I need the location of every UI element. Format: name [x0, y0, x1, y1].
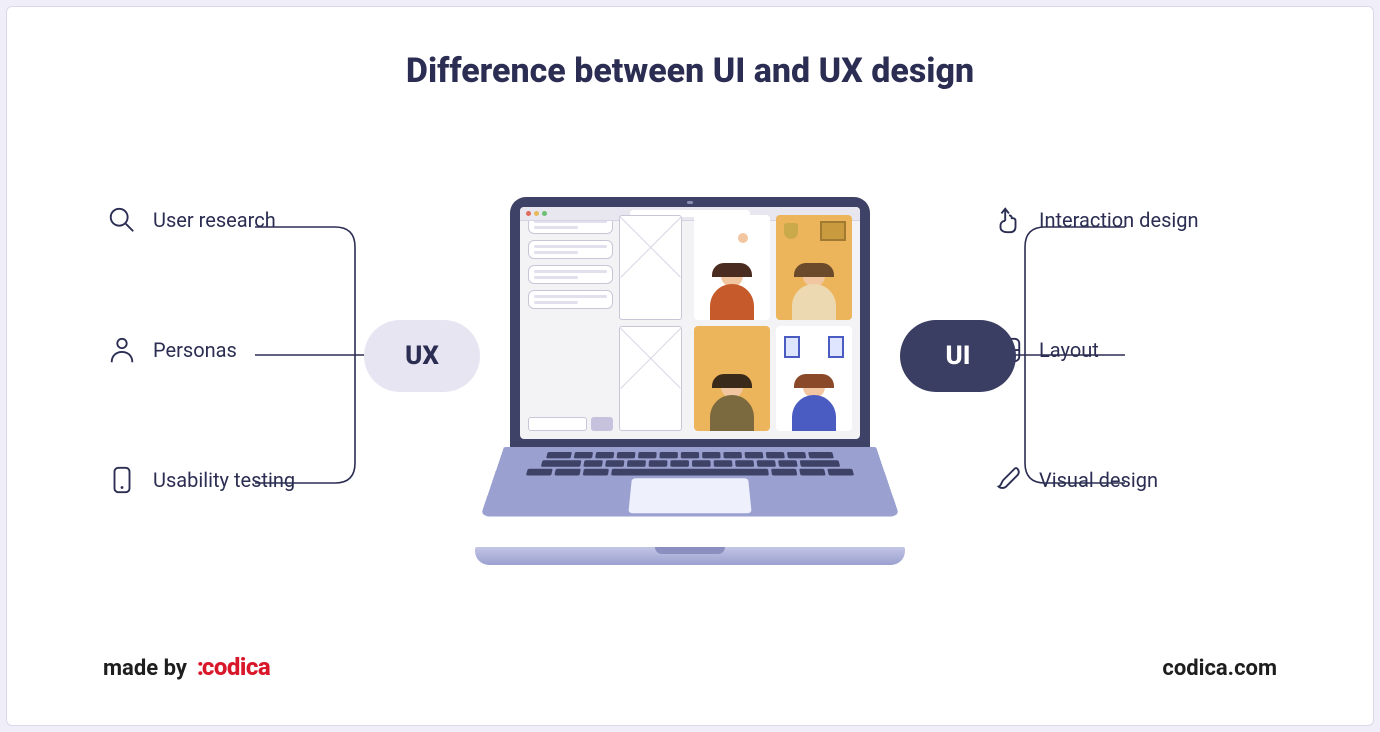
trackpad — [628, 478, 751, 513]
ux-item-label: Personas — [153, 338, 237, 362]
diagram-frame: Difference between UI and UX design User… — [6, 6, 1374, 726]
laptop-illustration — [475, 197, 905, 565]
card-person-1 — [694, 215, 770, 320]
ux-pill-label: UX — [405, 341, 439, 371]
ui-pill: UI — [900, 320, 1016, 392]
ui-pill-label: UI — [946, 341, 971, 371]
wireframe-half — [520, 207, 690, 439]
visual-half — [690, 207, 860, 439]
laptop-base — [475, 547, 905, 565]
laptop-keyboard — [480, 447, 899, 516]
search-icon — [107, 205, 137, 235]
made-by-label: made by — [103, 656, 187, 681]
footer-credit: made by :codica — [103, 653, 270, 681]
card-person-2 — [776, 215, 852, 320]
card-person-3 — [694, 326, 770, 431]
window-controls — [526, 211, 547, 216]
codica-logo: :codica — [197, 653, 270, 681]
person-icon — [107, 335, 137, 365]
card-person-4 — [776, 326, 852, 431]
laptop-screen — [520, 207, 860, 439]
laptop-bezel — [510, 197, 870, 453]
footer-url: codica.com — [1162, 656, 1277, 681]
page-title: Difference between UI and UX design — [7, 51, 1373, 91]
ux-pill: UX — [364, 320, 480, 392]
mobile-icon — [107, 465, 137, 495]
